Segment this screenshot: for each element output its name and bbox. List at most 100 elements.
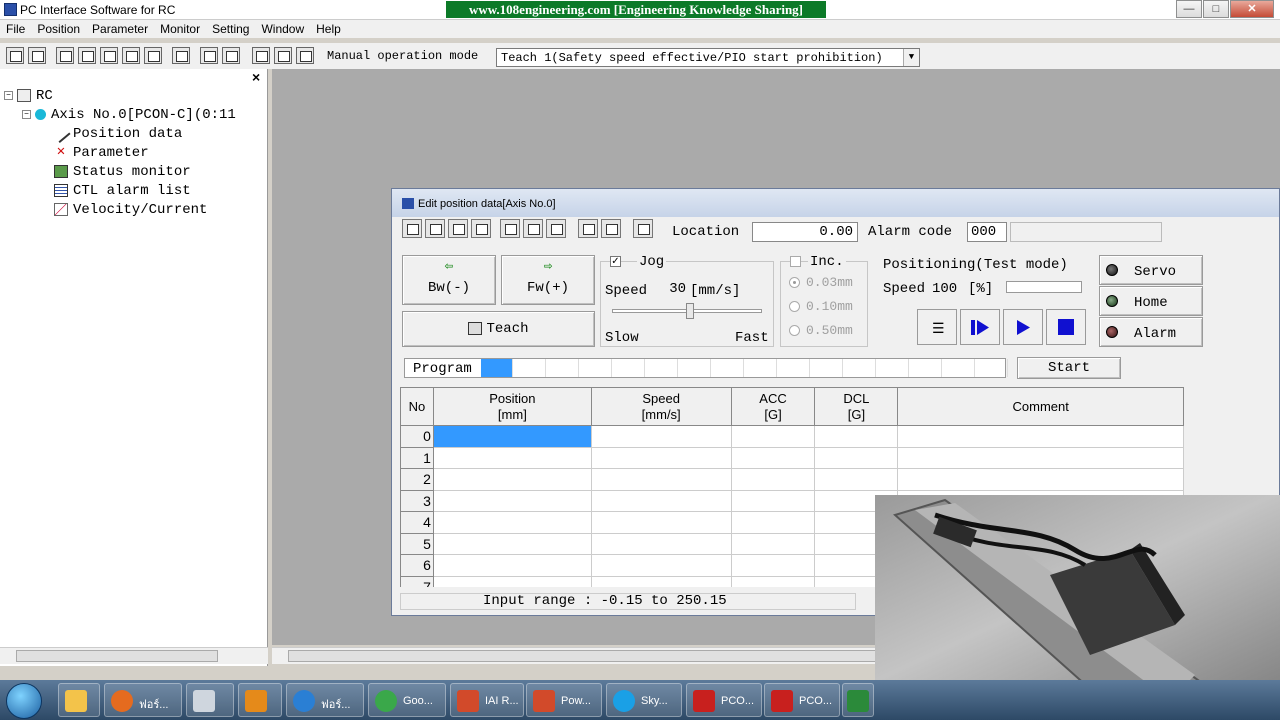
dcl-cell[interactable] — [814, 446, 899, 469]
column-header[interactable]: ACC [G] — [730, 387, 816, 426]
taskbar-iai[interactable]: IAI R... — [450, 683, 524, 717]
open-folder-icon[interactable] — [28, 47, 46, 64]
tree-item-ctl-alarm-list[interactable]: CTL alarm list — [54, 183, 191, 199]
position-cell[interactable] — [432, 446, 592, 469]
program-slot[interactable] — [844, 359, 876, 377]
position-cell[interactable] — [432, 575, 592, 587]
taskbar-ie[interactable]: ฟอร์... — [286, 683, 364, 717]
menu-help[interactable]: Help — [310, 20, 347, 38]
program-slot[interactable] — [580, 359, 612, 377]
speed-cell[interactable] — [590, 489, 732, 512]
taskbar-skype[interactable]: Sky... — [606, 683, 682, 717]
taskbar-rc-app[interactable] — [842, 683, 874, 717]
bw-button[interactable]: ⇦ Bw(-) — [402, 255, 496, 305]
play-button[interactable] — [1003, 309, 1043, 345]
menu-position[interactable]: Position — [31, 20, 86, 38]
taskbar-powerpoint[interactable]: Pow... — [526, 683, 602, 717]
panel-close-icon[interactable]: × — [252, 69, 260, 85]
table-row[interactable]: 1 — [400, 446, 1184, 469]
tree-scrollbar[interactable] — [0, 647, 268, 664]
graph-icon[interactable] — [144, 47, 162, 64]
speed-cell[interactable] — [590, 532, 732, 555]
speed-cell[interactable] — [590, 446, 732, 469]
acc-cell[interactable] — [730, 446, 816, 469]
tile-vertical-icon[interactable] — [296, 47, 314, 64]
column-header[interactable]: Comment — [897, 387, 1184, 426]
copy-icon[interactable] — [523, 219, 543, 238]
cut-icon[interactable] — [500, 219, 520, 238]
program-slot[interactable] — [778, 359, 810, 377]
taskbar-illustrator[interactable] — [238, 683, 282, 717]
menu-window[interactable]: Window — [255, 20, 310, 38]
speed-value[interactable]: 30 — [656, 281, 686, 299]
column-header[interactable]: Speed [mm/s] — [590, 387, 732, 426]
stop-button[interactable] — [1046, 309, 1086, 345]
tree-item-status-monitor[interactable]: Status monitor — [54, 164, 191, 180]
alarm-button[interactable]: Alarm — [1099, 317, 1203, 347]
inc-radio-010[interactable] — [789, 301, 800, 312]
position-cell[interactable] — [432, 489, 592, 512]
program-slot[interactable] — [976, 359, 1008, 377]
speed-cell[interactable] — [590, 554, 732, 577]
jog-checkbox[interactable]: ✓ — [610, 256, 621, 267]
speed-cell[interactable] — [590, 425, 732, 448]
teach-button[interactable]: Teach — [402, 311, 595, 347]
position-cell[interactable] — [432, 468, 592, 491]
menu-file[interactable]: File — [0, 20, 31, 38]
menu-monitor[interactable]: Monitor — [154, 20, 206, 38]
close-button[interactable]: ✕ — [1230, 0, 1274, 18]
continuous-play-button[interactable] — [960, 309, 1000, 345]
taskbar-explorer[interactable] — [58, 683, 100, 717]
table-icon[interactable] — [122, 47, 140, 64]
tree-axis[interactable]: − Axis No.0[PCON-C](0:11 — [22, 107, 236, 123]
program-slot[interactable] — [745, 359, 777, 377]
flash-icon[interactable] — [448, 219, 468, 238]
collapse-icon[interactable]: − — [4, 90, 13, 100]
monitor-icon[interactable] — [601, 219, 621, 238]
program-slot[interactable] — [646, 359, 678, 377]
print-icon[interactable] — [471, 219, 491, 238]
tree-root[interactable]: − RC — [4, 88, 53, 104]
import-icon[interactable] — [633, 219, 653, 238]
teach-icon[interactable] — [78, 47, 96, 64]
comment-cell[interactable] — [897, 468, 1184, 491]
new-file-icon[interactable] — [6, 47, 24, 64]
chevron-down-icon[interactable]: ▼ — [903, 49, 919, 66]
minimize-button[interactable]: — — [1176, 0, 1202, 18]
taskbar-pdf-2[interactable]: PCO... — [764, 683, 840, 717]
monitor-icon[interactable] — [100, 47, 118, 64]
acc-cell[interactable] — [730, 425, 816, 448]
tree-item-velocity-current[interactable]: Velocity/Current — [54, 202, 207, 218]
step-button[interactable]: ☰ — [917, 309, 957, 345]
comment-cell[interactable] — [897, 425, 1184, 448]
acc-cell[interactable] — [730, 575, 816, 587]
save-icon[interactable] — [402, 219, 422, 238]
acc-cell[interactable] — [730, 489, 816, 512]
speed-cell[interactable] — [590, 468, 732, 491]
program-slot[interactable] — [613, 359, 645, 377]
taskbar-firefox[interactable]: ฟอร์... — [104, 683, 182, 717]
paste-icon[interactable] — [546, 219, 566, 238]
child-title-bar[interactable]: Edit position data[Axis No.0] — [392, 189, 1279, 217]
program-slot[interactable] — [943, 359, 975, 377]
program-slot[interactable] — [679, 359, 711, 377]
speed-slider-thumb[interactable] — [686, 303, 694, 319]
fw-button[interactable]: ⇨ Fw(+) — [501, 255, 595, 305]
taskbar-chrome[interactable]: Goo... — [368, 683, 446, 717]
program-slot[interactable] — [811, 359, 843, 377]
taskbar-pdf-1[interactable]: PCO... — [686, 683, 762, 717]
transfer-down-icon[interactable] — [222, 47, 240, 64]
pos-speed-slider[interactable] — [1006, 281, 1082, 293]
acc-cell[interactable] — [730, 511, 816, 534]
menu-setting[interactable]: Setting — [206, 20, 255, 38]
tree-item-position-data[interactable]: Position data — [51, 123, 182, 143]
program-slot[interactable] — [514, 359, 546, 377]
column-header[interactable]: Position [mm] — [432, 387, 592, 426]
settings-icon[interactable] — [172, 47, 190, 64]
acc-cell[interactable] — [730, 554, 816, 577]
position-cell[interactable] — [432, 511, 592, 534]
dcl-cell[interactable] — [814, 425, 899, 448]
tree-item-parameter[interactable]: ✕ Parameter — [54, 145, 149, 161]
column-header[interactable]: DCL [G] — [814, 387, 899, 426]
start-button[interactable]: Start — [1017, 357, 1121, 379]
